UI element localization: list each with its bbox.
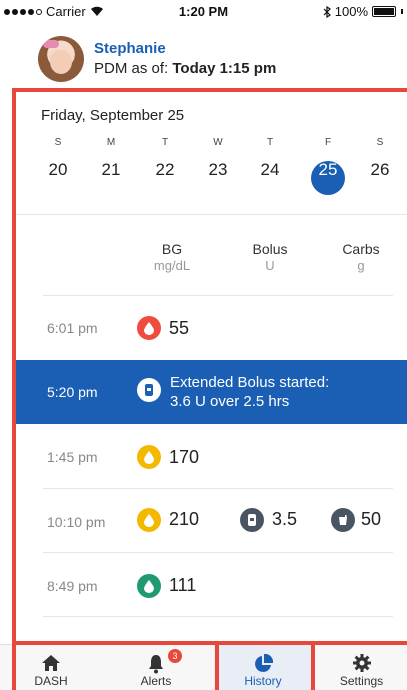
tab-history[interactable]: History [214, 645, 312, 690]
row-time: 8:49 pm [47, 578, 98, 594]
column-bg: BG mg/dL [153, 241, 191, 273]
history-row[interactable]: 10:10 pm 210 3.5 50 [16, 489, 407, 553]
history-row[interactable]: 6:01 pm 55 [16, 296, 407, 360]
bg-value: 170 [169, 447, 200, 467]
week-strip: S 20 M 21 T 22 W 23 T 24 F 25 S 26 [40, 137, 407, 197]
row-time: 1:45 pm [47, 449, 98, 465]
status-right: 100% [323, 4, 403, 19]
bg-low-drop-icon [137, 316, 161, 340]
day-sun-20[interactable]: S 20 [38, 137, 78, 180]
pie-chart-icon [255, 654, 273, 672]
avatar[interactable] [38, 36, 84, 82]
tab-settings[interactable]: Settings [316, 645, 407, 690]
status-bar: Carrier 1:20 PM 100% [0, 0, 407, 22]
battery-percent: 100% [334, 4, 368, 19]
bolus-pod-icon [137, 378, 161, 402]
carbs-value: 50 [361, 509, 382, 529]
bg-value: 111 [169, 575, 197, 595]
bg-high-drop-icon [137, 508, 161, 532]
gear-icon [352, 654, 371, 672]
bg-high-drop-icon [137, 445, 161, 469]
day-sat-26[interactable]: S 26 [360, 137, 400, 180]
day-tue-22[interactable]: T 22 [145, 137, 185, 180]
day-wed-23[interactable]: W 23 [198, 137, 238, 180]
home-icon [42, 655, 60, 671]
bg-value: 55 [169, 318, 190, 338]
day-fri-25[interactable]: F 25 [308, 137, 348, 180]
battery-icon [372, 6, 396, 17]
day-mon-21[interactable]: M 21 [91, 137, 131, 180]
history-row-extended-bolus[interactable]: 5:20 pm Extended Bolus started: 3.6 U ov… [16, 360, 407, 424]
bolus-value: 3.5 [272, 509, 298, 529]
header: Stephanie PDM as of: Today 1:15 pm [0, 22, 407, 90]
pdm-time: Today 1:15 pm [172, 60, 277, 77]
bg-value: 210 [169, 509, 200, 529]
row-time: 10:10 pm [47, 514, 106, 530]
bg-in-range-drop-icon [137, 574, 161, 598]
tab-alerts[interactable]: 3 Alerts [102, 645, 210, 690]
row-time: 5:20 pm [47, 384, 98, 400]
bell-icon [149, 655, 163, 674]
pdm-prefix: PDM as of: [94, 60, 169, 77]
row-time: 6:01 pm [47, 320, 98, 336]
tab-bar: DASH 3 Alerts History Settings [0, 644, 407, 690]
divider [16, 214, 407, 215]
date-title: Friday, September 25 [41, 107, 185, 124]
history-row[interactable]: 1:45 pm 170 [16, 424, 407, 488]
bluetooth-icon [323, 5, 331, 18]
tab-dash[interactable]: DASH [0, 645, 102, 690]
bolus-pod-icon [240, 508, 264, 532]
day-thu-24[interactable]: T 24 [250, 137, 290, 180]
column-carbs: Carbs g [342, 241, 380, 273]
pdm-status: PDM as of: Today 1:15 pm [94, 60, 276, 77]
event-text: Extended Bolus started: 3.6 U over 2.5 h… [170, 374, 330, 410]
history-row[interactable]: 8:49 pm 111 [16, 553, 407, 617]
alerts-count-badge: 3 [168, 649, 182, 663]
user-name[interactable]: Stephanie [94, 40, 166, 57]
divider [43, 616, 393, 617]
carbs-cup-icon [331, 508, 355, 532]
column-bolus: Bolus U [252, 241, 288, 273]
